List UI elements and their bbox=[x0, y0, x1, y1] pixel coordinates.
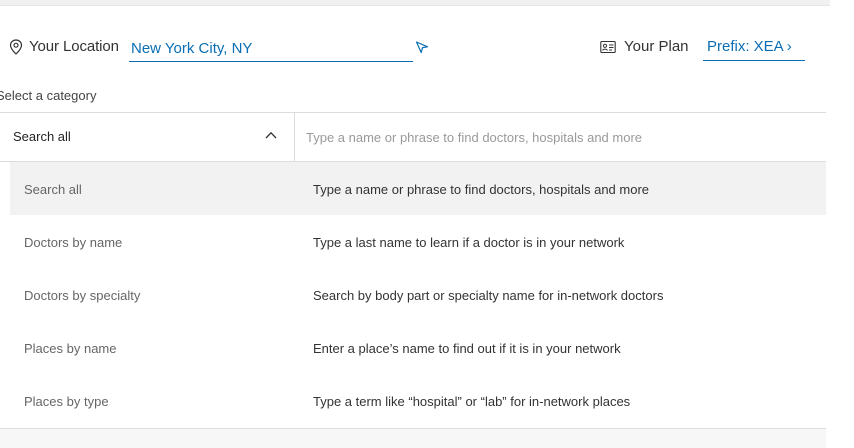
id-card-icon bbox=[600, 40, 616, 54]
option-name: Places by name bbox=[24, 341, 117, 356]
location-plan-row: Your Location Your Plan Prefix: XEA› bbox=[9, 36, 829, 62]
option-description: Type a term like “hospital” or “lab” for… bbox=[313, 394, 631, 409]
option-name: Doctors by name bbox=[24, 235, 123, 250]
option-places-by-name[interactable]: Places by name Enter a place’s name to f… bbox=[10, 321, 826, 374]
map-pin-icon bbox=[9, 39, 23, 55]
plan-prefix-text: Prefix: XEA bbox=[707, 38, 784, 55]
option-search-all[interactable]: Search all Type a name or phrase to find… bbox=[10, 162, 826, 215]
option-description: Search by body part or specialty name fo… bbox=[313, 288, 664, 303]
category-dropdown: Search all Type a name or phrase to find… bbox=[10, 162, 826, 427]
location-input[interactable] bbox=[129, 36, 413, 62]
option-name: Search all bbox=[24, 182, 82, 197]
chevron-right-icon: › bbox=[786, 38, 792, 55]
search-input[interactable] bbox=[296, 113, 824, 161]
search-bar: Search all bbox=[0, 112, 826, 162]
chevron-up-icon bbox=[265, 131, 277, 139]
category-label: Select a category bbox=[0, 88, 97, 103]
top-divider bbox=[0, 0, 830, 6]
category-select[interactable]: Search all bbox=[13, 113, 295, 161]
option-doctors-by-name[interactable]: Doctors by name Type a last name to lear… bbox=[10, 215, 826, 268]
plan-label: Your Plan bbox=[624, 38, 689, 55]
option-description: Type a last name to learn if a doctor is… bbox=[313, 235, 625, 250]
navigation-arrow-icon[interactable] bbox=[415, 40, 429, 54]
category-selected-value: Search all bbox=[13, 129, 71, 144]
location-label: Your Location bbox=[29, 38, 119, 55]
option-description: Type a name or phrase to find doctors, h… bbox=[313, 182, 650, 197]
option-description: Enter a place’s name to find out if it i… bbox=[313, 341, 621, 356]
option-name: Places by type bbox=[24, 394, 109, 409]
plan-prefix-link[interactable]: Prefix: XEA › bbox=[703, 36, 805, 61]
option-name: Doctors by specialty bbox=[24, 288, 141, 303]
option-places-by-type[interactable]: Places by type Type a term like “hospita… bbox=[10, 374, 826, 427]
option-doctors-by-specialty[interactable]: Doctors by specialty Search by body part… bbox=[10, 268, 826, 321]
bottom-divider bbox=[0, 428, 826, 448]
